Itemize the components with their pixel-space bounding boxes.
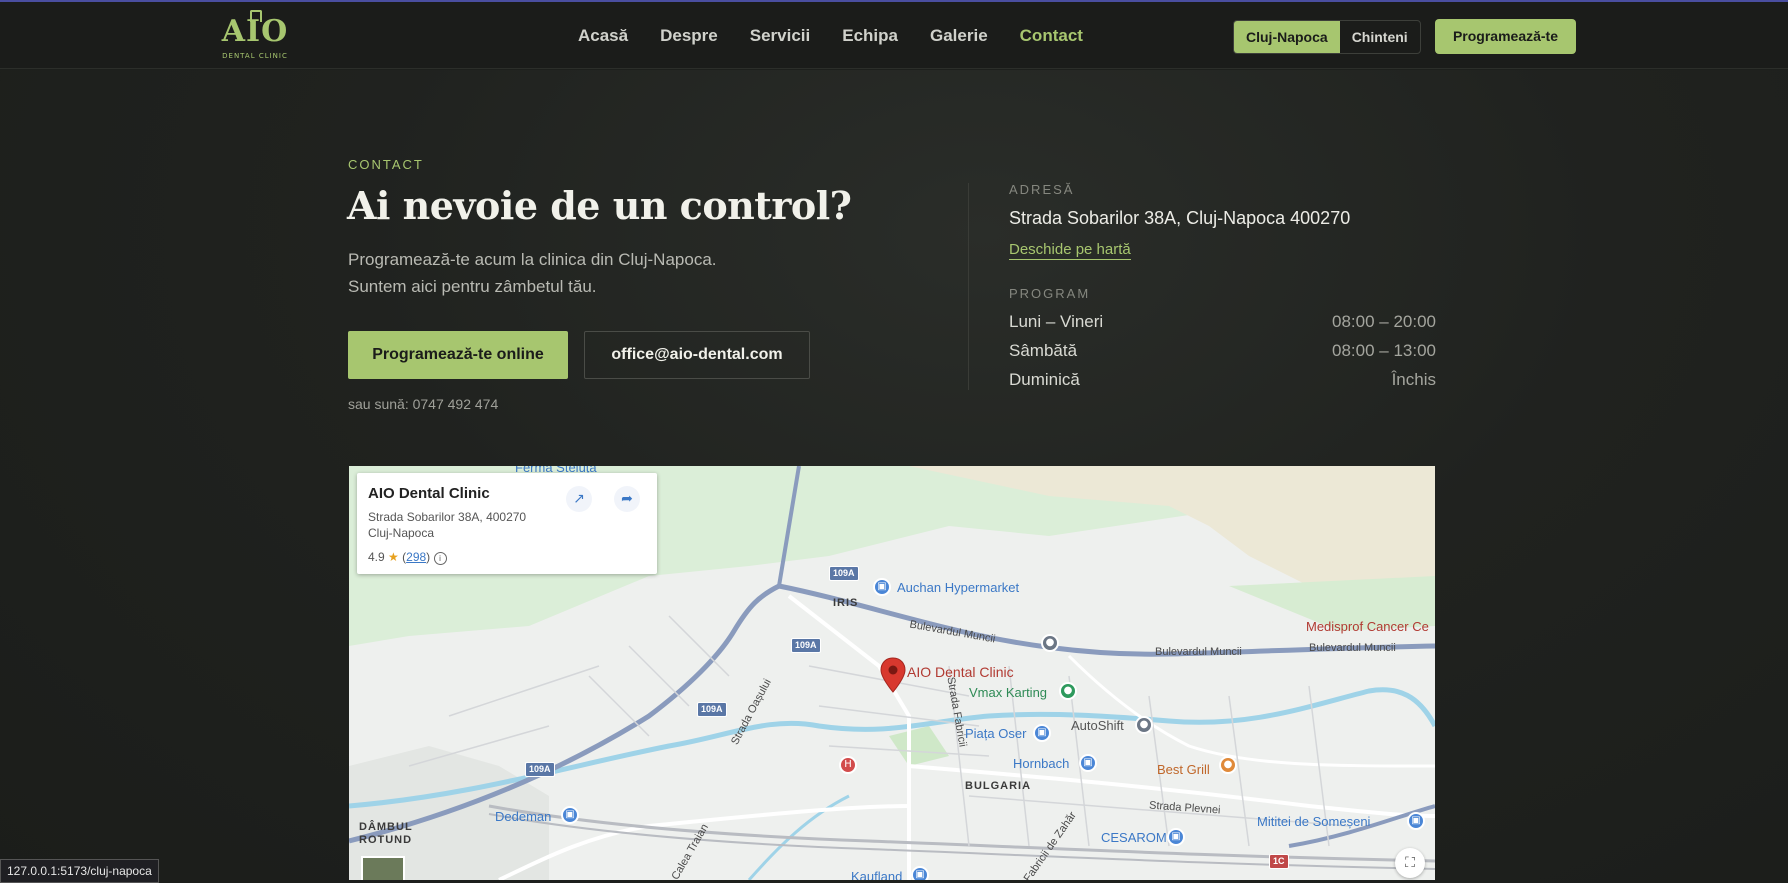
- phone-line[interactable]: sau sună: 0747 492 474: [348, 396, 498, 412]
- road-shield: 1C: [1269, 854, 1289, 869]
- district-label: DÂMBUL: [359, 821, 413, 833]
- district-label: IRIS: [833, 597, 859, 609]
- schedule-row: Sâmbătă 08:00 – 13:00: [1009, 341, 1436, 363]
- fullscreen-icon[interactable]: ⛶: [1395, 848, 1425, 878]
- logo-text: AIO: [221, 14, 289, 49]
- schedule-hours: Închis: [1391, 370, 1436, 389]
- street-label: Bulevardul Muncii: [1309, 642, 1396, 654]
- program-label: PROGRAM: [1009, 286, 1091, 301]
- contact-subtext: Programează-te acum la clinica din Cluj-…: [348, 246, 808, 300]
- schedule-day: Duminică: [1009, 370, 1080, 389]
- shopping-bag-icon[interactable]: ▣: [561, 806, 579, 824]
- place-info-card: AIO Dental Clinic Strada Sobarilor 38A, …: [357, 473, 657, 574]
- shopping-bag-icon[interactable]: ▣: [1407, 812, 1425, 830]
- restaurant-icon[interactable]: ●: [1219, 756, 1237, 774]
- embedded-map[interactable]: 109A 109A 109A 109A 1C IRIS BULGARIA DÂM…: [349, 466, 1435, 880]
- school-icon[interactable]: ●: [1041, 634, 1059, 652]
- place-address-line-1: Strada Sobarilor 38A, 400270: [368, 510, 527, 524]
- city-toggle: Cluj-Napoca Chinteni: [1233, 20, 1421, 54]
- shopping-cart-icon[interactable]: ▣: [1033, 724, 1051, 742]
- directions-icon[interactable]: ➦: [614, 486, 640, 512]
- subtext-line-2: Suntem aici pentru zâmbetul tău.: [348, 277, 597, 296]
- shopping-bag-icon[interactable]: ▣: [1167, 828, 1185, 846]
- road-shield: 109A: [697, 702, 727, 717]
- open-external-icon[interactable]: ↗: [566, 486, 592, 512]
- shopping-cart-icon[interactable]: ▣: [873, 578, 891, 596]
- schedule-row: Luni – Vineri 08:00 – 20:00: [1009, 312, 1436, 334]
- schedule-day: Luni – Vineri: [1009, 312, 1104, 331]
- nav-link-servicii[interactable]: Servicii: [750, 24, 811, 48]
- logo-subtitle: DENTAL CLINIC: [222, 52, 288, 60]
- map-layer-thumbnail[interactable]: [361, 856, 405, 880]
- schedule-hours: 08:00 – 13:00: [1332, 341, 1436, 360]
- pin-label[interactable]: AIO Dental Clinic: [907, 664, 1014, 680]
- place-label[interactable]: Piața Oser: [965, 726, 1026, 741]
- street-label: Bulevardul Muncii: [1155, 646, 1242, 658]
- place-rating: 4.9 ★ (298) i: [368, 550, 447, 565]
- place-label[interactable]: Hornbach: [1013, 756, 1069, 771]
- hospital-icon[interactable]: H: [839, 756, 857, 774]
- place-label[interactable]: Kaufland: [851, 869, 902, 880]
- place-label[interactable]: Best Grill: [1157, 762, 1210, 777]
- nav-links: Acasă Despre Servicii Echipa Galerie Con…: [578, 24, 1115, 48]
- place-address: Strada Sobarilor 38A, 400270 Cluj-Napoca: [368, 509, 558, 541]
- place-title: AIO Dental Clinic: [368, 485, 490, 502]
- road-shield: 109A: [791, 638, 821, 653]
- nav-link-acasa[interactable]: Acasă: [578, 24, 628, 48]
- address-text: Strada Sobarilor 38A, Cluj-Napoca 400270: [1009, 208, 1351, 228]
- status-bar-url: 127.0.0.1:5173/cluj-napoca: [0, 859, 159, 883]
- email-button[interactable]: office@aio-dental.com: [584, 331, 810, 379]
- book-appointment-button[interactable]: Programează-te: [1435, 19, 1576, 54]
- vertical-divider: [968, 183, 969, 390]
- logo[interactable]: AIO DENTAL CLINIC: [215, 10, 295, 64]
- nav-link-despre[interactable]: Despre: [660, 24, 718, 48]
- book-online-button[interactable]: Programează-te online: [348, 331, 568, 379]
- autoshop-icon[interactable]: ●: [1135, 716, 1153, 734]
- info-icon[interactable]: i: [433, 552, 447, 565]
- place-label[interactable]: Auchan Hypermarket: [897, 580, 1019, 595]
- review-count-link[interactable]: 298: [406, 550, 426, 564]
- location-pin-icon[interactable]: [879, 656, 907, 696]
- page-title: Ai nevoie de un control?: [347, 183, 852, 228]
- karting-icon[interactable]: ●: [1059, 682, 1077, 700]
- place-label[interactable]: Medisprof Cancer Ce: [1306, 619, 1429, 634]
- subtext-line-1: Programează-te acum la clinica din Cluj-…: [348, 250, 717, 269]
- schedule-hours: 08:00 – 20:00: [1332, 312, 1436, 331]
- place-label[interactable]: AutoShift: [1071, 718, 1124, 733]
- district-label: BULGARIA: [965, 780, 1032, 792]
- address-label: ADRESĂ: [1009, 182, 1075, 197]
- open-map-link[interactable]: Deschide pe hartă: [1009, 241, 1131, 260]
- road-shield: 109A: [525, 762, 555, 777]
- star-icon: ★: [388, 550, 399, 564]
- place-label[interactable]: Dedeman: [495, 809, 551, 824]
- place-address-line-2: Cluj-Napoca: [368, 526, 435, 540]
- city-cluj-napoca-button[interactable]: Cluj-Napoca: [1234, 21, 1340, 53]
- place-label[interactable]: Mititei de Someșeni: [1257, 814, 1370, 829]
- nav-link-contact[interactable]: Contact: [1020, 24, 1083, 48]
- section-eyebrow: CONTACT: [348, 157, 424, 172]
- schedule-day: Sâmbătă: [1009, 341, 1078, 360]
- nav-link-echipa[interactable]: Echipa: [842, 24, 898, 48]
- rating-value: 4.9: [368, 550, 385, 564]
- district-label: ROTUND: [359, 834, 413, 846]
- road-shield: 109A: [829, 566, 859, 581]
- city-chinteni-button[interactable]: Chinteni: [1340, 21, 1420, 53]
- navbar: AIO DENTAL CLINIC Acasă Despre Servicii …: [0, 0, 1788, 69]
- shopping-cart-icon[interactable]: ▣: [911, 866, 929, 880]
- nav-link-galerie[interactable]: Galerie: [930, 24, 988, 48]
- place-label[interactable]: Vmax Karting: [969, 685, 1047, 700]
- place-label[interactable]: CESAROM: [1101, 830, 1167, 845]
- shopping-bag-icon[interactable]: ▣: [1079, 754, 1097, 772]
- schedule-row: Duminică Închis: [1009, 370, 1436, 392]
